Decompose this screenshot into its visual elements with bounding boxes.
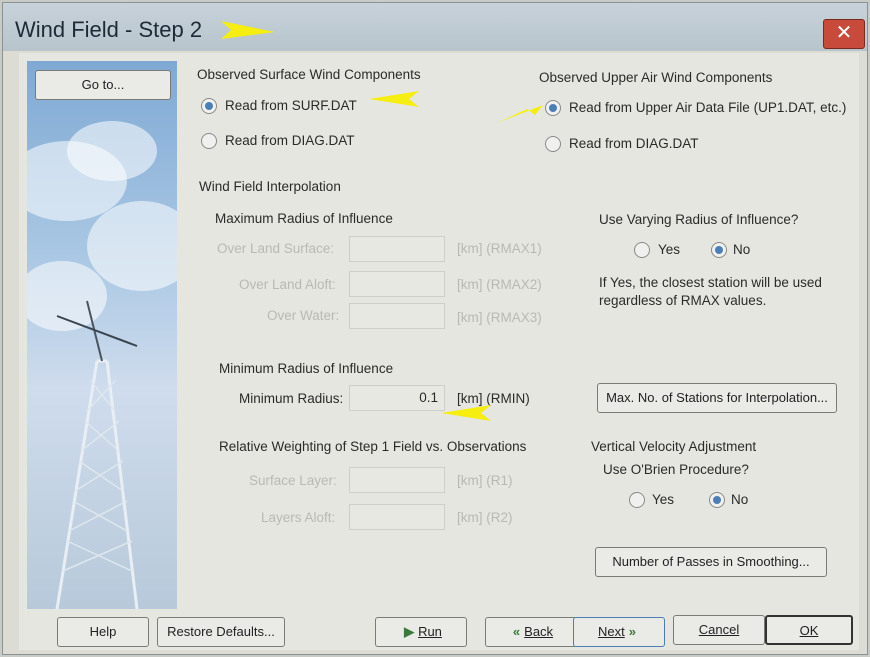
over-water-label: Over Water: (267, 308, 340, 323)
run-label: Run (418, 624, 442, 639)
cancel-label: Cancel (698, 622, 740, 637)
title-bar: Wind Field - Step 2 ✕ (3, 3, 867, 51)
obrien-no-label[interactable]: No (731, 492, 748, 507)
back-label: Back (524, 624, 554, 639)
obrien-no-radio[interactable] (709, 492, 725, 508)
surface-diag-label[interactable]: Read from DIAG.DAT (225, 133, 355, 148)
layers-aloft-label: Layers Aloft: (261, 510, 336, 525)
smoothing-passes-button[interactable]: Number of Passes in Smoothing... (595, 547, 827, 577)
sidebar-image-panel: Go to... (27, 61, 177, 609)
varying-note-line2: regardless of RMAX values. (599, 293, 767, 308)
varying-yes-radio[interactable] (634, 242, 650, 258)
annotation-arrow-surface (369, 91, 419, 107)
upper-file-radio[interactable] (545, 100, 561, 116)
surface-diag-radio[interactable] (201, 133, 217, 149)
cancel-button[interactable]: Cancel (673, 615, 765, 645)
client-area: Go to... Observed Surface Wind Component… (19, 53, 859, 650)
varying-no-radio[interactable] (711, 242, 727, 258)
upper-diag-radio[interactable] (545, 136, 561, 152)
weighting-heading: Relative Weighting of Step 1 Field vs. O… (219, 439, 527, 454)
rmax1-unit: [km] (RMAX1) (457, 241, 542, 256)
ok-label: OK (799, 623, 819, 638)
rmax2-unit: [km] (RMAX2) (457, 277, 542, 292)
surface-heading: Observed Surface Wind Components (197, 67, 421, 82)
max-radius-heading: Maximum Radius of Influence (215, 211, 393, 226)
obrien-yes-radio[interactable] (629, 492, 645, 508)
surface-surf-label[interactable]: Read from SURF.DAT (225, 98, 357, 113)
r2-unit: [km] (R2) (457, 510, 513, 525)
wind-field-dialog: Wind Field - Step 2 ✕ Go to... Observed … (2, 2, 868, 655)
next-label: Next (598, 624, 625, 639)
obrien-question: Use O'Brien Procedure? (603, 462, 749, 477)
upper-diag-label[interactable]: Read from DIAG.DAT (569, 136, 699, 151)
rmin-unit: [km] (RMIN) (457, 391, 530, 406)
surface-layer-label: Surface Layer: (249, 473, 337, 488)
min-radius-heading: Minimum Radius of Influence (219, 361, 394, 376)
obrien-yes-label[interactable]: Yes (652, 492, 674, 507)
min-radius-label: Minimum Radius: (239, 391, 344, 406)
varying-no-label[interactable]: No (733, 242, 750, 257)
restore-defaults-button[interactable]: Restore Defaults... (157, 617, 285, 647)
help-button[interactable]: Help (57, 617, 149, 647)
run-arrow-icon: ▶ (404, 624, 415, 639)
varying-radius-question: Use Varying Radius of Influence? (599, 212, 799, 227)
next-button[interactable]: Next» (573, 617, 665, 647)
annotation-arrow-upper (497, 105, 543, 123)
annotation-arrow-title (221, 21, 275, 39)
run-button[interactable]: ▶ Run (375, 617, 467, 647)
rmin-input[interactable]: 0.1 (349, 385, 445, 411)
r2-input[interactable] (349, 504, 445, 530)
varying-note-line1: If Yes, the closest station will be used (599, 275, 822, 290)
rmax3-input[interactable] (349, 303, 445, 329)
close-button[interactable]: ✕ (823, 19, 865, 49)
next-arrow-icon: » (628, 624, 636, 639)
vertical-heading: Vertical Velocity Adjustment (591, 439, 757, 454)
back-arrow-icon: « (512, 624, 521, 639)
surface-surf-radio[interactable] (201, 98, 217, 114)
upper-heading: Observed Upper Air Wind Components (539, 70, 773, 85)
over-land-surface-label: Over Land Surface: (217, 241, 335, 256)
annotation-arrow-min-radius (441, 405, 491, 421)
weather-tower-icon (55, 300, 139, 609)
rmax2-input[interactable] (349, 271, 445, 297)
window-title: Wind Field - Step 2 (15, 17, 203, 42)
r1-input[interactable] (349, 467, 445, 493)
ok-button[interactable]: OK (765, 615, 853, 645)
back-button[interactable]: «Back (485, 617, 577, 647)
rmax1-input[interactable] (349, 236, 445, 262)
goto-button[interactable]: Go to... (35, 70, 171, 100)
over-land-aloft-label: Over Land Aloft: (239, 277, 336, 292)
rmax3-unit: [km] (RMAX3) (457, 310, 542, 325)
max-stations-button[interactable]: Max. No. of Stations for Interpolation..… (597, 383, 837, 413)
r1-unit: [km] (R1) (457, 473, 513, 488)
interp-heading: Wind Field Interpolation (199, 179, 341, 194)
upper-file-label[interactable]: Read from Upper Air Data File (UP1.DAT, … (569, 100, 846, 115)
varying-yes-label[interactable]: Yes (658, 242, 680, 257)
